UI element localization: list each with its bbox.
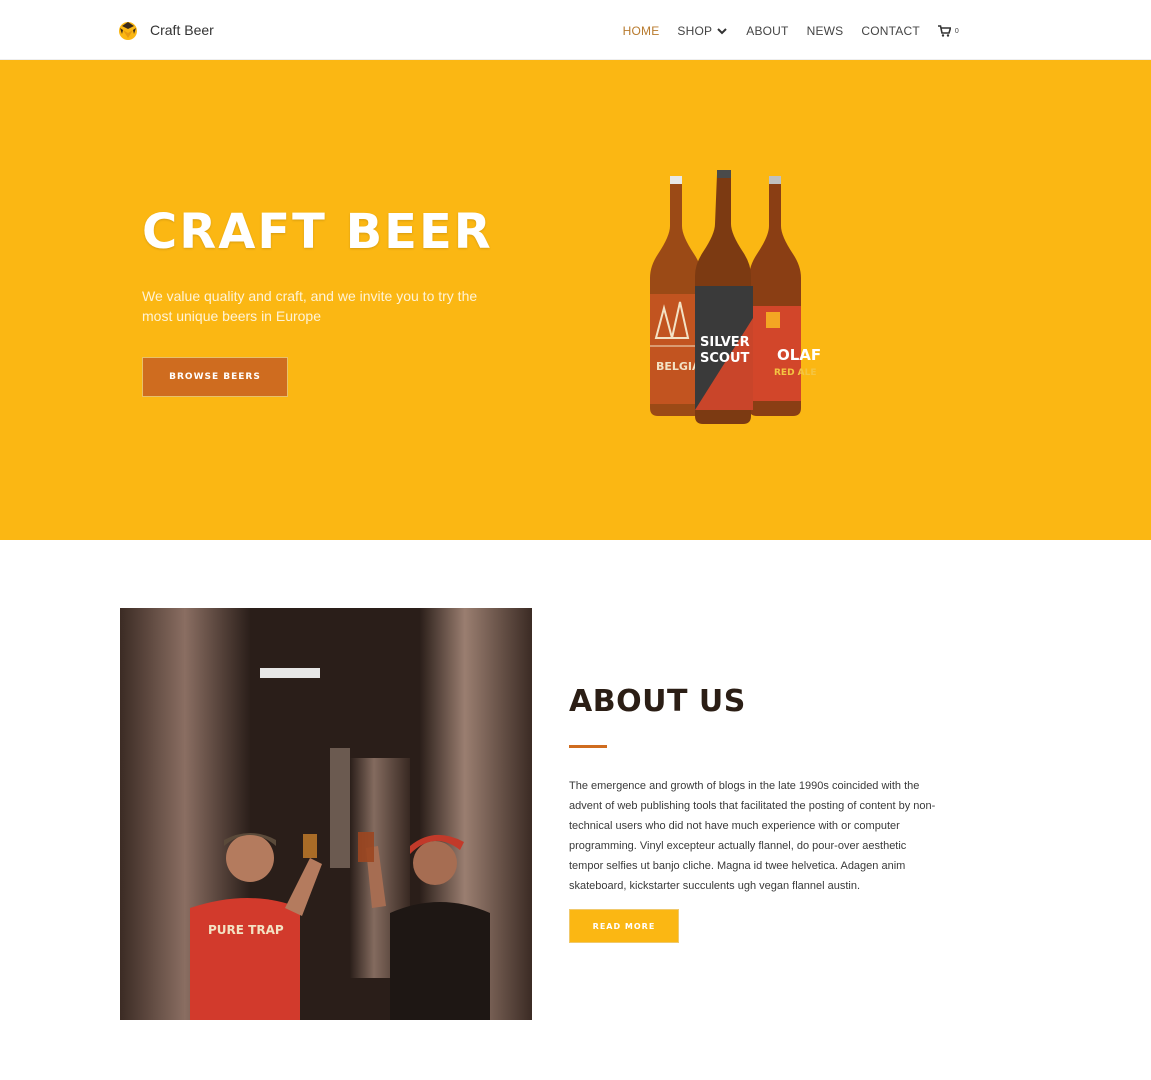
nav-news[interactable]: NEWS bbox=[807, 24, 844, 38]
about-divider bbox=[569, 745, 607, 748]
nav-shop-label: SHOP bbox=[677, 24, 713, 38]
hero-title: CRAFT BEER bbox=[142, 204, 493, 260]
cart-count: 0 bbox=[954, 27, 959, 35]
browse-beers-button[interactable]: BROWSE BEERS bbox=[142, 357, 288, 397]
nav-about[interactable]: ABOUT bbox=[746, 24, 788, 38]
hop-logo-icon bbox=[119, 22, 137, 40]
brewery-photo: PURE TRAP bbox=[120, 608, 532, 1020]
bottle-middle-line1: SILVER bbox=[700, 335, 750, 350]
hero-subtitle: We value quality and craft, and we invit… bbox=[142, 288, 478, 324]
shirt-text: PURE TRAP bbox=[208, 923, 284, 937]
nav-home[interactable]: HOME bbox=[623, 24, 660, 38]
about-body: The emergence and growth of blogs in the… bbox=[569, 780, 936, 892]
bottle-red-ale: OLAF RED ALE bbox=[749, 176, 821, 416]
cart-icon bbox=[937, 25, 951, 37]
main-nav: HOME SHOP ABOUT NEWS CONTACT 0 bbox=[623, 22, 959, 40]
nav-contact[interactable]: CONTACT bbox=[861, 24, 920, 38]
brand-link[interactable]: Craft Beer bbox=[114, 16, 214, 44]
nav-shop[interactable]: SHOP bbox=[677, 24, 728, 38]
chevron-down-icon bbox=[717, 28, 727, 35]
beer-bottles-image: OLAF RED ALE BELGIAN SILVER SCOUT bbox=[650, 170, 821, 424]
cart-link[interactable]: 0 bbox=[937, 25, 959, 37]
bottle-right-line2: RED ALE bbox=[774, 368, 817, 378]
site-header: Craft Beer HOME SHOP ABOUT NEWS CONTACT … bbox=[0, 0, 1151, 60]
hero-section: CRAFT BEER We value quality and craft, a… bbox=[0, 60, 1151, 540]
read-more-button[interactable]: READ MORE bbox=[569, 909, 679, 943]
brand-name: Craft Beer bbox=[150, 22, 214, 38]
about-photo: PURE TRAP bbox=[120, 608, 532, 1020]
bottle-silver-scout: SILVER SCOUT bbox=[695, 170, 753, 424]
bottle-right-line1: OLAF bbox=[777, 346, 821, 364]
about-title: ABOUT US bbox=[569, 684, 746, 719]
bottle-middle-line2: SCOUT bbox=[700, 351, 750, 366]
